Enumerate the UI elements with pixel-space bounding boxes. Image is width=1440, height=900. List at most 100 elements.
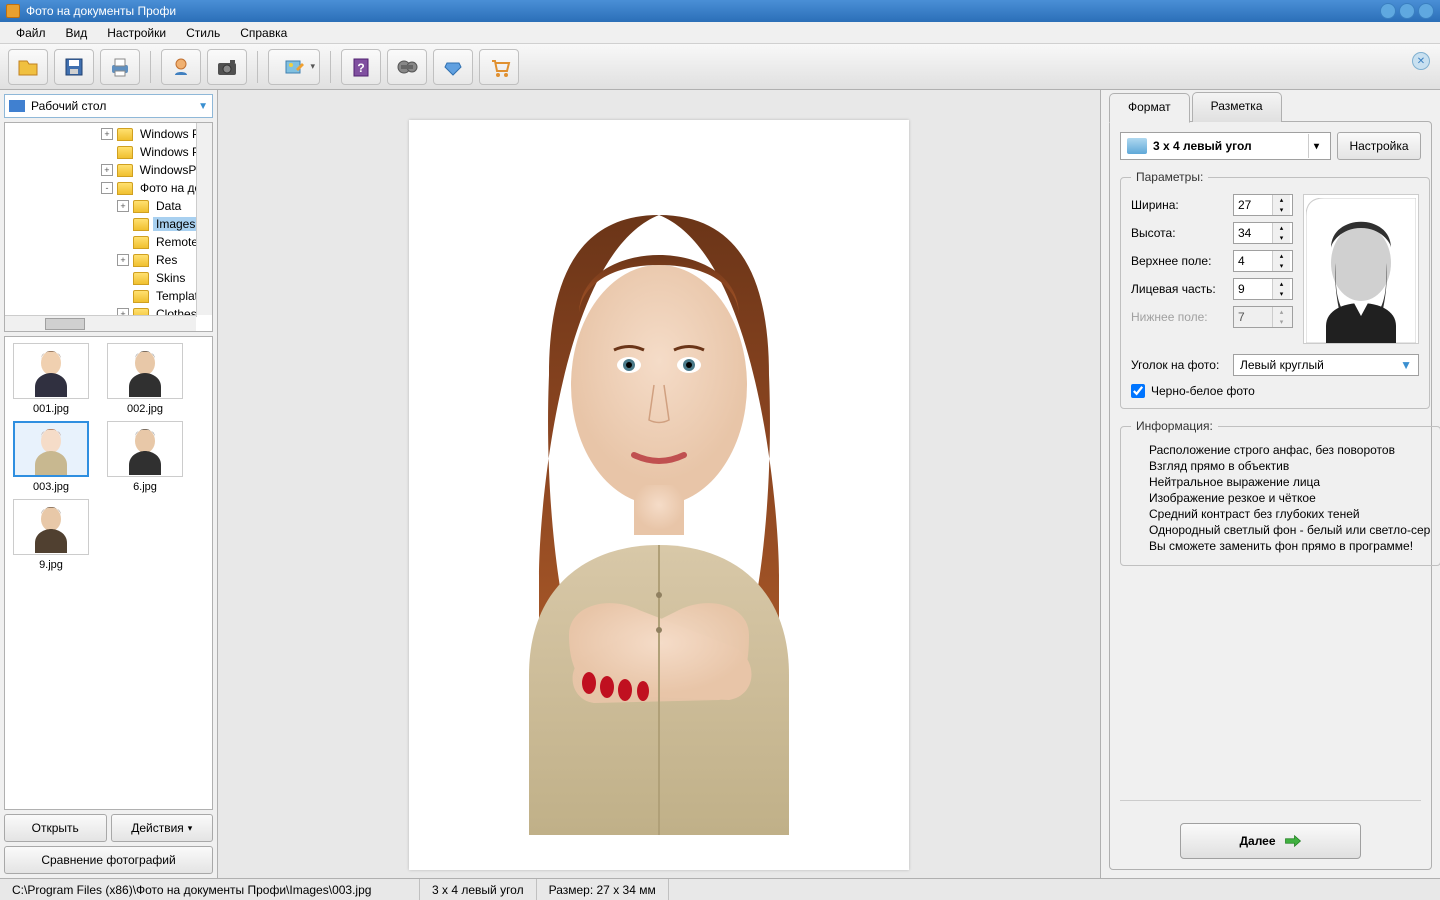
- height-label: Высота:: [1131, 226, 1227, 240]
- corner-label: Уголок на фото:: [1131, 358, 1227, 372]
- thumbnail-label: 001.jpg: [33, 403, 69, 415]
- canvas-area: [218, 90, 1100, 878]
- tree-item[interactable]: +Res: [33, 251, 212, 269]
- tree-item[interactable]: -Фото на док: [33, 179, 212, 197]
- path-dropdown[interactable]: Рабочий стол ▼: [4, 94, 213, 118]
- menu-style[interactable]: Стиль: [176, 23, 230, 43]
- tab-format[interactable]: Формат: [1109, 93, 1190, 123]
- app-icon: [6, 4, 20, 18]
- maximize-button[interactable]: [1399, 3, 1415, 19]
- toolbar-camera-button[interactable]: [207, 49, 247, 85]
- titlebar: Фото на документы Профи: [0, 0, 1440, 22]
- folder-icon: [133, 200, 149, 213]
- desktop-icon: [9, 100, 25, 112]
- thumbnail-item[interactable]: 9.jpg: [11, 499, 91, 571]
- top-margin-spinner[interactable]: ▴▾: [1233, 250, 1293, 272]
- folder-tree: +Windows PhWindows Po+WindowsPov-Фото на…: [4, 122, 213, 332]
- info-legend: Информация:: [1131, 419, 1218, 433]
- thumbnail-item[interactable]: 001.jpg: [11, 343, 91, 415]
- tree-scrollbar-vertical[interactable]: [196, 123, 212, 315]
- folder-icon: [133, 272, 149, 285]
- tab-layout[interactable]: Разметка: [1192, 92, 1282, 122]
- toolbar-save-button[interactable]: [54, 49, 94, 85]
- tree-item[interactable]: Images: [33, 215, 212, 233]
- parameters-group: Параметры: Ширина:▴▾ Высота:▴▾ Верхнее п…: [1120, 170, 1430, 409]
- face-part-label: Лицевая часть:: [1131, 282, 1227, 296]
- toolbar: ? ✕: [0, 44, 1440, 90]
- tree-item[interactable]: +Data: [33, 197, 212, 215]
- info-group: Информация: Расположение строго анфас, б…: [1120, 419, 1440, 566]
- thumbnail-item[interactable]: 002.jpg: [105, 343, 185, 415]
- format-settings-button[interactable]: Настройка: [1337, 132, 1421, 160]
- info-item: Средний контраст без глубоких теней: [1149, 507, 1430, 521]
- thumbnail-label: 003.jpg: [33, 481, 69, 493]
- format-preview: [1303, 194, 1419, 344]
- sidebar: Рабочий стол ▼ +Windows PhWindows Po+Win…: [0, 90, 218, 878]
- tree-item[interactable]: Skins: [33, 269, 212, 287]
- status-path: C:\Program Files (x86)\Фото на документы…: [0, 879, 420, 900]
- thumbnail-item[interactable]: 6.jpg: [105, 421, 185, 493]
- path-label: Рабочий стол: [31, 99, 106, 113]
- dropdown-arrow-icon: ▼: [1400, 358, 1412, 372]
- parameters-legend: Параметры:: [1131, 170, 1208, 184]
- tree-label: Res: [153, 253, 180, 267]
- folder-icon: [133, 290, 149, 303]
- height-spinner[interactable]: ▴▾: [1233, 222, 1293, 244]
- tree-item[interactable]: Windows Po: [33, 143, 212, 161]
- folder-icon: [117, 128, 133, 141]
- menu-help[interactable]: Справка: [230, 23, 297, 43]
- tree-label: Skins: [153, 271, 188, 285]
- folder-icon: [117, 146, 133, 159]
- top-margin-label: Верхнее поле:: [1131, 254, 1227, 268]
- info-item: Однородный светлый фон - белый или светл…: [1149, 523, 1430, 537]
- bw-checkbox[interactable]: [1131, 384, 1145, 398]
- bw-label: Черно-белое фото: [1151, 384, 1255, 398]
- minimize-button[interactable]: [1380, 3, 1396, 19]
- next-button[interactable]: Далее: [1180, 823, 1361, 859]
- toolbar-cart-button[interactable]: [479, 49, 519, 85]
- toolbar-webcam-button[interactable]: [161, 49, 201, 85]
- statusbar: C:\Program Files (x86)\Фото на документы…: [0, 878, 1440, 900]
- info-item: Взгляд прямо в объектив: [1149, 459, 1430, 473]
- tree-item[interactable]: Remote: [33, 233, 212, 251]
- tree-item[interactable]: +WindowsPov: [33, 161, 212, 179]
- window-title: Фото на документы Профи: [26, 4, 1377, 18]
- bottom-margin-spinner: ▴▾: [1233, 306, 1293, 328]
- toolbar-video-button[interactable]: [387, 49, 427, 85]
- compare-button[interactable]: Сравнение фотографий: [4, 846, 213, 874]
- info-item: Расположение строго анфас, без поворотов: [1149, 443, 1430, 457]
- width-spinner[interactable]: ▴▾: [1233, 194, 1293, 216]
- panel-close-icon[interactable]: ✕: [1412, 52, 1430, 70]
- tree-scrollbar-horizontal[interactable]: [5, 315, 196, 331]
- face-part-spinner[interactable]: ▴▾: [1233, 278, 1293, 300]
- tree-item[interactable]: Template: [33, 287, 212, 305]
- menu-file[interactable]: Файл: [6, 23, 56, 43]
- folder-icon: [133, 236, 149, 249]
- thumbnail-grid: 001.jpg 002.jpg 003.jpg 6.jpg9.jpg: [4, 336, 213, 810]
- toolbar-print-button[interactable]: [100, 49, 140, 85]
- open-button[interactable]: Открыть: [4, 814, 107, 842]
- status-size: Размер: 27 x 34 мм: [537, 879, 669, 900]
- info-item: Нейтральное выражение лица: [1149, 475, 1430, 489]
- menu-settings[interactable]: Настройки: [97, 23, 176, 43]
- corner-dropdown[interactable]: Левый круглый ▼: [1233, 354, 1419, 376]
- toolbar-gem-button[interactable]: [433, 49, 473, 85]
- next-label: Далее: [1239, 834, 1275, 848]
- arrow-right-icon: [1284, 834, 1302, 848]
- photo-canvas[interactable]: [409, 120, 909, 870]
- folder-icon: [133, 254, 149, 267]
- format-icon: [1127, 138, 1147, 154]
- folder-icon: [133, 218, 149, 231]
- toolbar-edit-image-button[interactable]: [268, 49, 320, 85]
- format-dropdown[interactable]: 3 x 4 левый угол ▾: [1120, 132, 1331, 160]
- menu-view[interactable]: Вид: [56, 23, 98, 43]
- actions-button[interactable]: Действия: [111, 814, 214, 842]
- toolbar-open-button[interactable]: [8, 49, 48, 85]
- info-item: Изображение резкое и чёткое: [1149, 491, 1430, 505]
- close-button[interactable]: [1418, 3, 1434, 19]
- tree-item[interactable]: +Windows Ph: [33, 125, 212, 143]
- right-panel: Формат Разметка 3 x 4 левый угол ▾ Настр…: [1100, 90, 1440, 878]
- toolbar-help-button[interactable]: ?: [341, 49, 381, 85]
- thumbnail-item[interactable]: 003.jpg: [11, 421, 91, 493]
- info-item: Вы сможете заменить фон прямо в программ…: [1149, 539, 1430, 553]
